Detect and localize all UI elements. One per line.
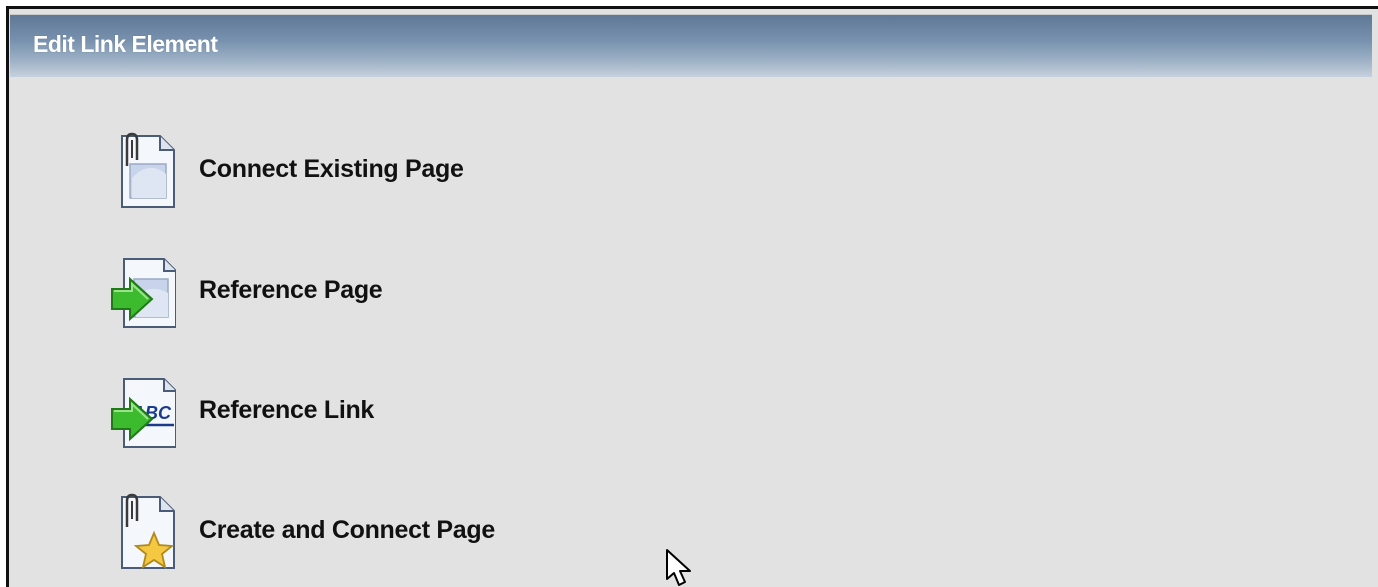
- paperclip-page-star-icon: [121, 493, 175, 569]
- create-and-connect-page-option[interactable]: Create and Connect Page: [94, 493, 694, 573]
- reference-page-option[interactable]: Reference Page: [94, 253, 694, 333]
- reference-link-option[interactable]: ABC Reference Link: [94, 373, 694, 453]
- mouse-cursor-icon: [666, 549, 691, 586]
- page-arrow-icon: [111, 258, 176, 328]
- option-label: Connect Existing Page: [199, 155, 464, 183]
- connect-existing-page-option[interactable]: Connect Existing Page: [94, 132, 694, 212]
- option-label: Reference Page: [199, 276, 383, 304]
- abc-link-arrow-icon: ABC: [111, 378, 176, 448]
- paperclip-page-icon: [121, 132, 175, 208]
- option-label: Reference Link: [199, 396, 375, 424]
- dialog-header: Edit Link Element: [10, 14, 1372, 77]
- dialog-title: Edit Link Element: [33, 31, 218, 57]
- option-label: Create and Connect Page: [199, 516, 495, 544]
